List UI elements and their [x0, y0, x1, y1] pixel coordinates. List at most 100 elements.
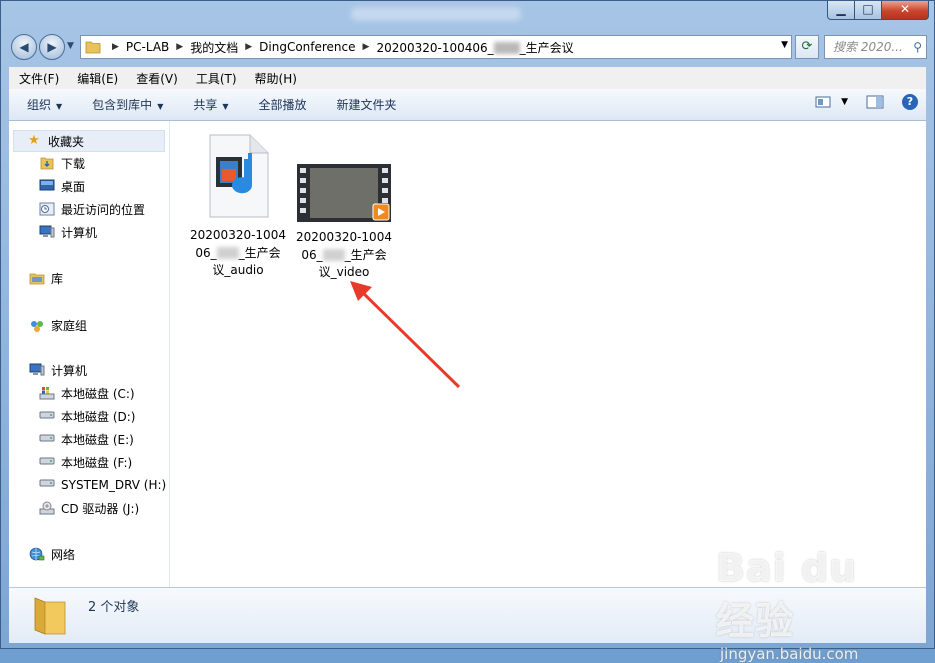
file-item-video[interactable]: 20200320-1004 06_ _生产会 议_video: [294, 163, 394, 282]
blurred-window-title: [351, 7, 521, 21]
nav-drive-h-label: SYSTEM_DRV (H:): [61, 478, 167, 492]
folder-name-prefix: 20200320-100406_: [376, 40, 494, 55]
nav-homegroup-label: 家庭组: [51, 319, 88, 333]
nav-downloads[interactable]: 下载: [39, 155, 85, 172]
search-icon[interactable]: ⚲: [913, 36, 922, 58]
folder-name-suffix: _生产会议: [519, 40, 574, 55]
new-folder-button[interactable]: 新建文件夹: [319, 96, 409, 113]
library-icon: [29, 271, 45, 287]
search-input[interactable]: 搜索 2020... ⚲: [824, 35, 927, 59]
nav-favorites-label: 收藏夹: [48, 134, 85, 149]
nav-computer-favorite[interactable]: 计算机: [39, 224, 97, 241]
desktop-icon: [39, 179, 55, 195]
navigation-pane: ★ 收藏夹 下载 桌面 最近访问的位置 计算机 库 家庭组 计算机 本地磁盘 (…: [9, 121, 170, 587]
refresh-button[interactable]: ⟳: [795, 35, 819, 59]
hard-drive-icon: [39, 455, 55, 471]
redacted-text: [216, 247, 239, 259]
nav-libraries[interactable]: 库: [29, 270, 63, 287]
breadcrumb-dingconference[interactable]: DingConference: [259, 40, 355, 54]
forward-button[interactable]: ▶: [39, 34, 65, 60]
organize-button[interactable]: 组织 ▼: [9, 96, 74, 113]
nav-drive-d[interactable]: 本地磁盘 (D:): [39, 408, 135, 425]
nav-drive-c-label: 本地磁盘 (C:): [61, 387, 135, 401]
nav-network[interactable]: 网络: [29, 546, 75, 563]
command-bar: 组织 ▼ 包含到库中 ▼ 共享 ▼ 全部播放 新建文件夹 ▼ ?: [9, 89, 926, 121]
file-item-audio[interactable]: 20200320-1004 06_ _生产会 议_audio: [188, 133, 288, 280]
nav-drive-f-label: 本地磁盘 (F:): [61, 456, 133, 470]
share-label: 共享: [193, 98, 218, 112]
nav-recent-places-label: 最近访问的位置: [61, 203, 146, 217]
breadcrumb-separator-icon[interactable]: ▶: [176, 42, 183, 52]
menu-edit[interactable]: 编辑(E): [67, 70, 126, 87]
more-views-dropdown-icon[interactable]: ▼: [841, 97, 848, 107]
breadcrumb-current-folder[interactable]: 20200320-100406_ _生产会议: [376, 39, 573, 56]
menu-tools[interactable]: 工具(T): [186, 70, 245, 87]
redacted-text: [322, 249, 345, 261]
audio-file-icon: [209, 134, 269, 218]
cd-drive-icon: [39, 501, 55, 517]
nav-drive-d-label: 本地磁盘 (D:): [61, 410, 136, 424]
nav-drive-j[interactable]: CD 驱动器 (J:): [39, 500, 139, 517]
watermark-brand: Bai du 经验: [716, 546, 858, 643]
nav-drive-f[interactable]: 本地磁盘 (F:): [39, 454, 132, 471]
play-all-button[interactable]: 全部播放: [241, 96, 319, 113]
menu-file[interactable]: 文件(F): [9, 70, 67, 87]
explorer-window: ▁ □ ✕ ◀ ▶ ▼ ▶ PC-LAB ▶ 我的文档 ▶ DingConfer…: [0, 0, 935, 663]
downloads-folder-icon: [39, 156, 55, 172]
chevron-down-icon: ▼: [222, 102, 229, 111]
breadcrumb-separator-icon[interactable]: ▶: [363, 42, 370, 52]
nav-drive-e[interactable]: 本地磁盘 (E:): [39, 431, 134, 448]
nav-downloads-label: 下载: [61, 157, 86, 171]
menu-view[interactable]: 查看(V): [126, 70, 186, 87]
nav-computer[interactable]: 计算机: [29, 362, 87, 379]
nav-drive-h[interactable]: SYSTEM_DRV (H:): [39, 477, 166, 493]
nav-libraries-label: 库: [51, 272, 64, 286]
nav-favorites[interactable]: ★ 收藏夹: [13, 130, 165, 152]
file-name-line: 20200320-1004: [296, 230, 392, 244]
file-name-video: 20200320-1004 06_ _生产会 议_video: [294, 229, 394, 282]
recent-pages-dropdown-icon[interactable]: ▼: [67, 41, 77, 51]
hard-drive-icon: [39, 477, 55, 493]
include-in-library-button[interactable]: 包含到库中 ▼: [74, 96, 175, 113]
hard-drive-icon: [39, 432, 55, 448]
breadcrumb-my-documents[interactable]: 我的文档: [190, 39, 238, 56]
nav-drive-j-label: CD 驱动器 (J:): [61, 502, 140, 516]
nav-computer-favorite-label: 计算机: [61, 226, 98, 240]
minimize-button[interactable]: ▁: [827, 1, 855, 20]
help-icon[interactable]: ?: [902, 94, 918, 110]
folder-icon: [34, 597, 66, 635]
file-list: 20200320-1004 06_ _生产会 议_audio 20200320-…: [169, 121, 926, 587]
menu-bar: 文件(F) 编辑(E) 查看(V) 工具(T) 帮助(H): [9, 67, 926, 90]
preview-pane-icon[interactable]: [866, 95, 884, 109]
view-controls: ▼ ?: [815, 94, 918, 110]
nav-desktop[interactable]: 桌面: [39, 178, 85, 195]
nav-homegroup[interactable]: 家庭组: [29, 317, 87, 334]
homegroup-icon: [29, 318, 45, 334]
watermark-url: jingyan.baidu.com: [720, 645, 859, 663]
nav-drive-c[interactable]: 本地磁盘 (C:): [39, 385, 135, 402]
file-name-audio: 20200320-1004 06_ _生产会 议_audio: [188, 227, 288, 280]
main-content: ★ 收藏夹 下载 桌面 最近访问的位置 计算机 库 家庭组 计算机 本地磁盘 (…: [9, 121, 926, 587]
nav-recent-places[interactable]: 最近访问的位置: [39, 201, 145, 218]
file-name-line: 06_: [301, 247, 323, 262]
share-button[interactable]: 共享 ▼: [175, 96, 240, 113]
chevron-down-icon: ▼: [157, 102, 164, 111]
title-bar[interactable]: ▁ □ ✕: [1, 1, 934, 29]
organize-label: 组织: [27, 98, 52, 112]
breadcrumb-pc-lab[interactable]: PC-LAB: [126, 40, 169, 54]
menu-help[interactable]: 帮助(H): [245, 70, 305, 87]
maximize-button[interactable]: □: [854, 1, 882, 20]
breadcrumb-separator-icon[interactable]: ▶: [112, 42, 119, 52]
address-dropdown-icon[interactable]: ▼: [781, 40, 788, 50]
breadcrumb-separator-icon[interactable]: ▶: [245, 42, 252, 52]
close-button[interactable]: ✕: [881, 1, 929, 20]
change-view-icon[interactable]: [815, 95, 831, 109]
address-bar[interactable]: ▶ PC-LAB ▶ 我的文档 ▶ DingConference ▶ 20200…: [80, 35, 792, 59]
star-icon: ★: [28, 133, 40, 148]
computer-icon: [29, 363, 45, 379]
file-name-line: _生产会: [344, 247, 387, 262]
back-button[interactable]: ◀: [11, 34, 37, 60]
play-all-label: 全部播放: [258, 98, 307, 112]
nav-network-label: 网络: [51, 548, 76, 562]
file-name-line: 06_: [195, 245, 217, 260]
